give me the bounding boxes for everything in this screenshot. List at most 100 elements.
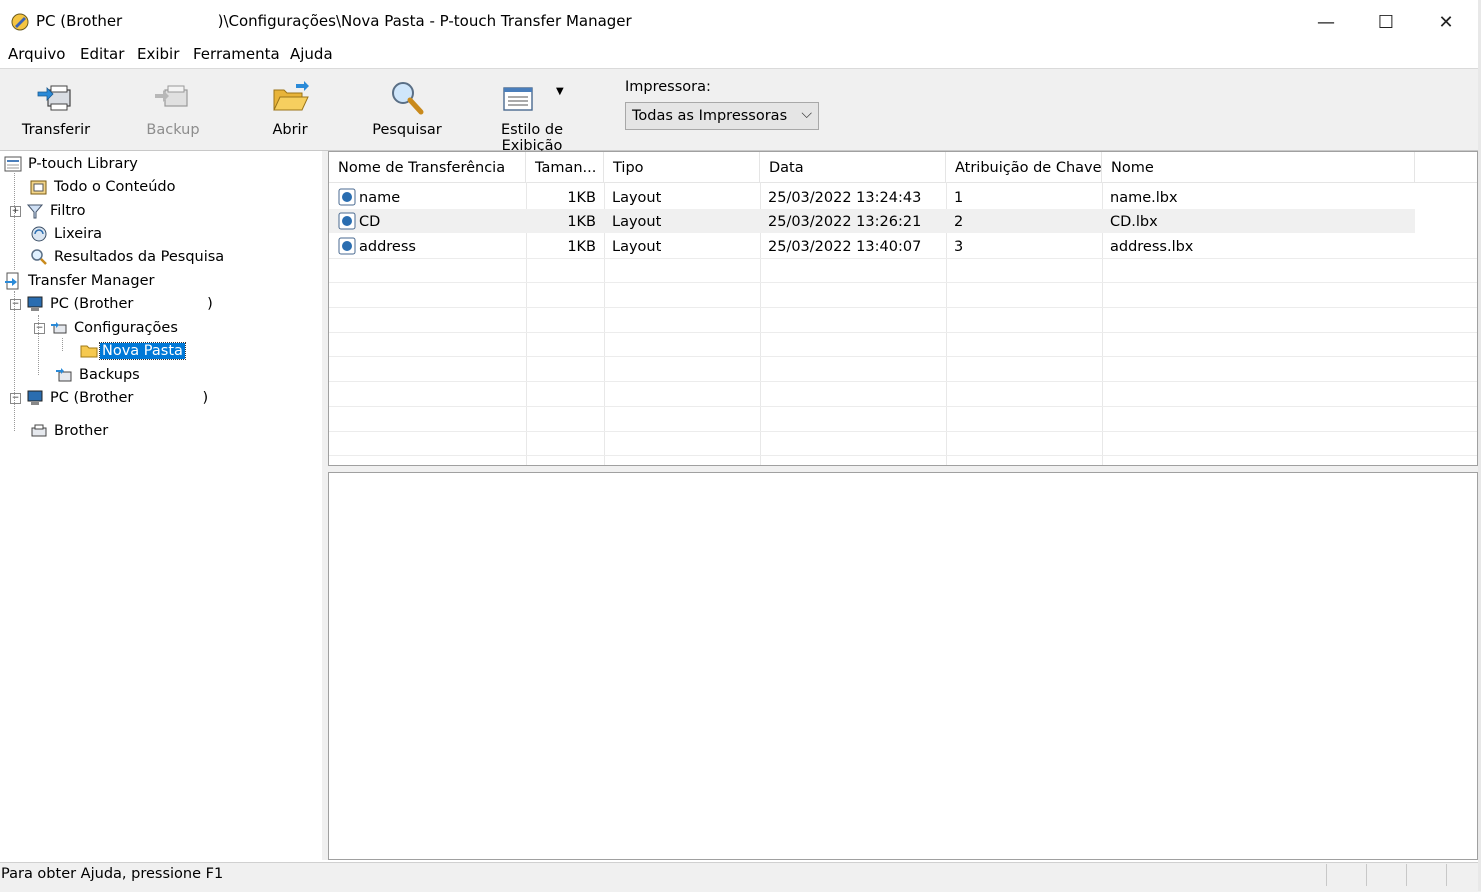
tree-item-filtro[interactable]: + Filtro (10, 200, 86, 222)
tree-label-selected: Nova Pasta (99, 342, 186, 360)
tree-guide (14, 291, 15, 431)
dropdown-arrow-icon[interactable]: ▼ (556, 86, 564, 97)
cell-nome-transferencia: name (359, 190, 401, 206)
tree-item-todo[interactable]: Todo o Conteúdo (30, 176, 176, 198)
transferir-button[interactable]: Transferir (6, 70, 106, 148)
pesquisar-label: Pesquisar (372, 122, 442, 138)
tree-label: Filtro (50, 203, 86, 219)
cell-atribuicao: 3 (954, 239, 964, 255)
grid-line (329, 431, 1477, 432)
layout-file-icon (338, 212, 356, 230)
layout-file-icon (338, 188, 356, 206)
cell-atribuicao: 1 (954, 190, 964, 206)
transferir-label: Transferir (21, 122, 91, 138)
tree-item-pc2[interactable]: − PC (Brother ) (10, 387, 208, 409)
collapse-icon[interactable]: − (34, 322, 45, 334)
menu-ajuda[interactable]: Ajuda (289, 45, 334, 63)
list-header: Nome de Transferência Taman... Tipo Data… (329, 152, 1477, 183)
tree-guide (14, 173, 15, 270)
printer-select[interactable]: Todas as Impressoras ⌵ (625, 102, 819, 130)
collapse-icon[interactable]: − (10, 392, 21, 404)
cell-nome-transferencia: address (359, 239, 416, 255)
tree-item-pc1[interactable]: − PC (Brother ) (10, 293, 213, 315)
minimize-button[interactable]: — (1296, 0, 1356, 44)
grid-line (329, 282, 1477, 283)
column-header-data[interactable]: Data (760, 152, 946, 182)
tree-label: P-touch Library (28, 156, 138, 172)
tree-label: Backups (79, 367, 140, 383)
cell-data: 25/03/2022 13:40:07 (768, 239, 922, 255)
cell-tamanho: 1KB (567, 190, 596, 206)
cell-tipo: Layout (612, 190, 662, 206)
pesquisar-button[interactable]: Pesquisar (357, 70, 457, 148)
open-folder-icon (273, 81, 309, 111)
maximize-icon: ☐ (1377, 11, 1395, 33)
window-title: PC (Brother )\Configurações\Nova Pasta -… (36, 12, 632, 30)
tree-item-configuracoes[interactable]: − Configurações (34, 317, 178, 339)
tree-item-lixeira[interactable]: Lixeira (30, 223, 102, 245)
cell-tipo: Layout (612, 239, 662, 255)
tree-item-transfer-manager[interactable]: Transfer Manager (4, 270, 154, 292)
printer-select-value: Todas as Impressoras (632, 108, 788, 124)
layout-file-icon (338, 237, 356, 255)
grid-line (329, 356, 1477, 357)
computer-icon (27, 296, 43, 311)
tree-label: Lixeira (54, 226, 103, 242)
cell-tipo: Layout (612, 214, 662, 230)
backup-icon (155, 85, 188, 107)
cell-atribuicao: 2 (954, 214, 964, 230)
menu-exibir[interactable]: Exibir (136, 45, 180, 63)
view-style-icon (502, 87, 533, 111)
cell-data: 25/03/2022 13:24:43 (768, 190, 922, 206)
tree-item-resultados[interactable]: Resultados da Pesquisa (30, 246, 224, 268)
tree-label: Transfer Manager (28, 273, 155, 289)
grid-line (329, 406, 1477, 407)
estilo-exibicao-button[interactable]: ▼ Estilo de Exibição (470, 70, 594, 154)
chevron-down-icon: ⌵ (801, 106, 812, 122)
transfer-icon (37, 85, 71, 111)
computer-icon (27, 390, 43, 405)
status-text: Para obter Ajuda, pressione F1 (1, 866, 224, 882)
cell-tamanho: 1KB (567, 214, 596, 230)
column-header-tamanho[interactable]: Taman... (526, 152, 604, 182)
column-header-tipo[interactable]: Tipo (604, 152, 760, 182)
filter-icon (26, 204, 44, 219)
abrir-label: Abrir (272, 122, 308, 138)
status-pane (1326, 864, 1365, 886)
grid-line (329, 455, 1477, 456)
table-row[interactable]: CD 1KB Layout 25/03/2022 13:26:21 2 CD.l… (329, 209, 1415, 233)
tree-item-backups[interactable]: Backups (55, 364, 140, 386)
tree-item-library[interactable]: P-touch Library (4, 153, 138, 175)
tree-guide (62, 338, 63, 351)
collapse-icon[interactable]: − (10, 298, 21, 310)
table-row[interactable]: address 1KB Layout 25/03/2022 13:40:07 3… (329, 234, 1477, 258)
tree-item-nova-pasta[interactable]: Nova Pasta (80, 340, 186, 362)
abrir-button[interactable]: Abrir (240, 70, 340, 148)
menu-ferramenta[interactable]: Ferramenta (192, 45, 281, 63)
backup-button[interactable]: Backup (123, 70, 223, 148)
cell-tamanho: 1KB (567, 239, 596, 255)
close-icon: ✕ (1438, 11, 1454, 33)
status-pane (1366, 864, 1405, 886)
minimize-icon: — (1317, 11, 1335, 33)
printer-label: Impressora: (625, 79, 711, 95)
estilo-label: Estilo de Exibição (500, 122, 564, 154)
settings-printer-icon (51, 322, 67, 334)
cell-nome-transferencia: CD (359, 214, 381, 230)
column-header-nome[interactable]: Nome (1102, 152, 1415, 182)
menu-arquivo[interactable]: Arquivo (7, 45, 66, 63)
close-button[interactable]: ✕ (1416, 0, 1476, 44)
grid-line (329, 307, 1477, 308)
column-header-atribuicao[interactable]: Atribuição de Chave (946, 152, 1102, 182)
tree-guide (38, 315, 39, 375)
table-row[interactable]: name 1KB Layout 25/03/2022 13:24:43 1 na… (329, 185, 1477, 209)
column-header-nome-transferencia[interactable]: Nome de Transferência (329, 152, 526, 182)
grid-line (329, 258, 1477, 259)
grid-line (329, 332, 1477, 333)
folder-icon (80, 345, 98, 358)
tree-item-brother[interactable]: Brother (30, 420, 108, 442)
maximize-button[interactable]: ☐ (1356, 0, 1416, 44)
cell-nome: CD.lbx (1110, 214, 1158, 230)
menu-editar[interactable]: Editar (79, 45, 125, 63)
expand-icon[interactable]: + (10, 205, 21, 217)
